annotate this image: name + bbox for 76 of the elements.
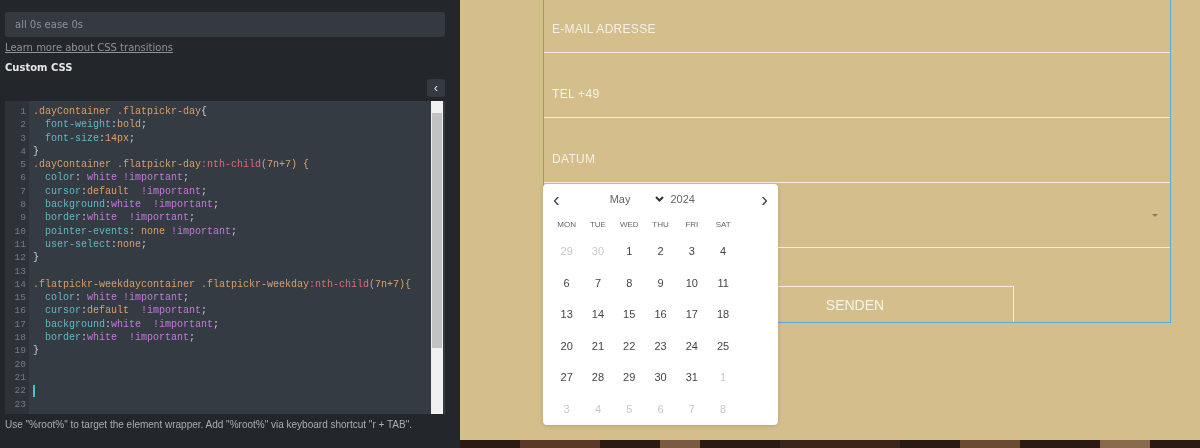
calendar-day[interactable]: 28 <box>582 362 614 394</box>
code-line: font-weight:bold; <box>44 118 148 132</box>
calendar-day[interactable]: 21 <box>582 330 614 362</box>
line-number: 22 <box>13 384 27 398</box>
calendar-day[interactable]: 1 <box>613 236 645 268</box>
code-line: cursor:default !important; <box>44 184 208 199</box>
transition-field[interactable]: all 0s ease 0s <box>5 12 445 37</box>
weekday-label: WED <box>618 219 640 231</box>
code-line: color: white !important; <box>44 171 190 185</box>
code-line: border:white !important; <box>44 211 196 225</box>
calendar-day[interactable]: 31 <box>676 362 708 394</box>
scrollbar[interactable] <box>431 101 443 414</box>
calendar-day[interactable]: 25 <box>707 330 739 362</box>
calendar-day[interactable]: 27 <box>551 362 583 394</box>
line-number: 23 <box>13 397 27 411</box>
calendar-day[interactable]: 29 <box>613 362 645 394</box>
code-line: pointer-events: none !important; <box>44 224 238 238</box>
code-line: cursor:default !important; <box>44 304 208 318</box>
calendar-day[interactable]: 4 <box>707 236 739 268</box>
line-number: 8 <box>19 198 27 212</box>
line-number: 12 <box>13 251 27 265</box>
calendar-day[interactable]: 30 <box>644 362 677 394</box>
line-number: 5 <box>19 158 27 172</box>
next-month-button[interactable]: › <box>757 189 772 209</box>
calendar-day[interactable]: 23 <box>644 330 677 362</box>
dropdown-icon <box>1152 213 1158 217</box>
code-editor[interactable] <box>5 101 445 414</box>
line-number: 2 <box>19 118 27 132</box>
help-link[interactable]: Learn more about CSS transitions <box>5 42 173 53</box>
custom-css-label: Custom CSS <box>5 62 73 73</box>
text-cursor <box>33 384 35 397</box>
line-number: 7 <box>19 184 27 199</box>
line-number: 1 <box>19 105 27 119</box>
hint-text: Use "%root%" to target the element wrapper. Add "%root%" via keyboard shortcut "r + TAB". <box>5 419 413 430</box>
line-number: 20 <box>13 357 27 371</box>
code-line: } <box>33 144 39 159</box>
code-line: .dayContainer .flatpickr-day{ <box>33 105 208 119</box>
code-line: } <box>33 344 39 358</box>
code-line: background:white !important; <box>44 198 220 212</box>
code-line: } <box>33 251 39 265</box>
line-number: 17 <box>13 317 27 332</box>
line-number: 16 <box>13 304 27 318</box>
line-number: 6 <box>19 171 27 185</box>
year-input[interactable]: 2024 <box>670 193 695 205</box>
code-line: .flatpickr-weekdaycontainer .flatpickr-weekday:nth-child(7n+7){ <box>33 277 412 292</box>
line-number: 4 <box>19 144 27 159</box>
calendar-day[interactable]: 24 <box>676 330 708 362</box>
previous-month-button[interactable]: ‹ <box>549 189 564 209</box>
weekday-label: TUE <box>588 219 607 231</box>
line-number: 21 <box>13 370 27 385</box>
calendar-day[interactable]: 3 <box>676 236 708 268</box>
collapse-button[interactable]: ‹ <box>427 79 445 97</box>
weekday-label: SAT <box>714 219 732 231</box>
line-number: 3 <box>19 131 27 145</box>
line-number: 9 <box>19 211 27 225</box>
weekday-label: FRI <box>684 219 700 231</box>
line-number: 11 <box>13 237 27 252</box>
line-number: 14 <box>13 277 27 292</box>
code-line: border:white !important; <box>44 331 196 345</box>
calendar-day[interactable]: 2 <box>644 236 677 268</box>
line-number: 15 <box>13 291 27 305</box>
line-number: 18 <box>13 331 27 345</box>
code-line: user-select:none; <box>44 237 148 252</box>
code-line: font-size:14px; <box>44 131 136 145</box>
calendar-day[interactable]: 20 <box>551 330 583 362</box>
weekday-label: THU <box>651 219 670 231</box>
line-number: 13 <box>13 264 27 278</box>
code-line: background:white !important; <box>44 317 220 332</box>
line-number: 19 <box>13 344 27 358</box>
month-select[interactable]: May <box>609 193 665 205</box>
code-line: .dayContainer .flatpickr-day:nth-child(7n+7) { <box>33 158 310 172</box>
code-line: color: white !important; <box>44 291 190 305</box>
calendar-day[interactable]: 22 <box>613 330 645 362</box>
line-number: 10 <box>13 224 27 238</box>
weekday-label: MON <box>556 219 577 231</box>
chevron-icon <box>655 196 665 202</box>
